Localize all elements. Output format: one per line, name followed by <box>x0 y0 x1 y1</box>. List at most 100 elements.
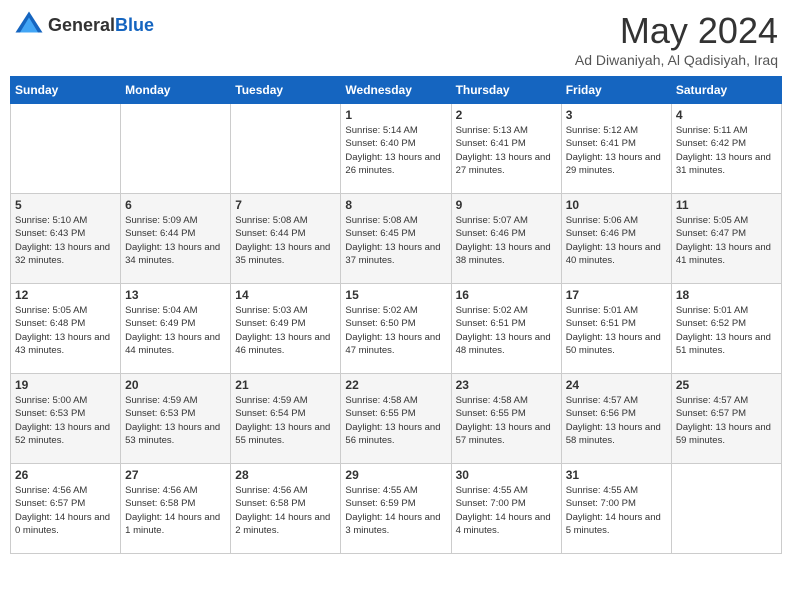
header-thursday: Thursday <box>451 77 561 104</box>
calendar-week-row: 5 Sunrise: 5:10 AM Sunset: 6:43 PM Daylig… <box>11 194 782 284</box>
day-info: Sunrise: 4:59 AM Sunset: 6:54 PM Dayligh… <box>235 394 336 447</box>
header-sunday: Sunday <box>11 77 121 104</box>
header-wednesday: Wednesday <box>341 77 451 104</box>
day-number: 13 <box>125 288 226 302</box>
day-info: Sunrise: 4:57 AM Sunset: 6:57 PM Dayligh… <box>676 394 777 447</box>
day-number: 6 <box>125 198 226 212</box>
day-info: Sunrise: 5:05 AM Sunset: 6:48 PM Dayligh… <box>15 304 116 357</box>
day-info: Sunrise: 5:04 AM Sunset: 6:49 PM Dayligh… <box>125 304 226 357</box>
day-number: 18 <box>676 288 777 302</box>
calendar-cell: 3 Sunrise: 5:12 AM Sunset: 6:41 PM Daylig… <box>561 104 671 194</box>
calendar-week-row: 26 Sunrise: 4:56 AM Sunset: 6:57 PM Dayli… <box>11 464 782 554</box>
day-info: Sunrise: 5:03 AM Sunset: 6:49 PM Dayligh… <box>235 304 336 357</box>
day-number: 1 <box>345 108 446 122</box>
day-number: 11 <box>676 198 777 212</box>
calendar-cell: 12 Sunrise: 5:05 AM Sunset: 6:48 PM Dayli… <box>11 284 121 374</box>
day-number: 17 <box>566 288 667 302</box>
calendar-cell: 5 Sunrise: 5:10 AM Sunset: 6:43 PM Daylig… <box>11 194 121 284</box>
calendar-cell: 14Sunrise: 5:03 AM Sunset: 6:49 PM Dayli… <box>231 284 341 374</box>
day-number: 9 <box>456 198 557 212</box>
calendar-cell: 17 Sunrise: 5:01 AM Sunset: 6:51 PM Dayli… <box>561 284 671 374</box>
calendar-cell <box>11 104 121 194</box>
day-number: 22 <box>345 378 446 392</box>
header-friday: Friday <box>561 77 671 104</box>
day-info: Sunrise: 5:10 AM Sunset: 6:43 PM Dayligh… <box>15 214 116 267</box>
day-info: Sunrise: 4:56 AM Sunset: 6:57 PM Dayligh… <box>15 484 116 537</box>
day-number: 24 <box>566 378 667 392</box>
logo-general: General <box>48 15 115 36</box>
day-number: 26 <box>15 468 116 482</box>
day-number: 12 <box>15 288 116 302</box>
day-info: Sunrise: 5:13 AM Sunset: 6:41 PM Dayligh… <box>456 124 557 177</box>
calendar-week-row: 1 Sunrise: 5:14 AM Sunset: 6:40 PM Daylig… <box>11 104 782 194</box>
header-monday: Monday <box>121 77 231 104</box>
day-info: Sunrise: 5:08 AM Sunset: 6:45 PM Dayligh… <box>345 214 446 267</box>
calendar-cell: 15 Sunrise: 5:02 AM Sunset: 6:50 PM Dayli… <box>341 284 451 374</box>
calendar-cell: 18 Sunrise: 5:01 AM Sunset: 6:52 PM Dayli… <box>671 284 781 374</box>
day-info: Sunrise: 5:09 AM Sunset: 6:44 PM Dayligh… <box>125 214 226 267</box>
calendar-cell: 21 Sunrise: 4:59 AM Sunset: 6:54 PM Dayli… <box>231 374 341 464</box>
header-tuesday: Tuesday <box>231 77 341 104</box>
logo-text: General Blue <box>48 15 154 36</box>
day-info: Sunrise: 4:56 AM Sunset: 6:58 PM Dayligh… <box>125 484 226 537</box>
calendar-cell: 1 Sunrise: 5:14 AM Sunset: 6:40 PM Daylig… <box>341 104 451 194</box>
day-info: Sunrise: 4:58 AM Sunset: 6:55 PM Dayligh… <box>456 394 557 447</box>
calendar-cell: 13 Sunrise: 5:04 AM Sunset: 6:49 PM Dayli… <box>121 284 231 374</box>
calendar-week-row: 12 Sunrise: 5:05 AM Sunset: 6:48 PM Dayli… <box>11 284 782 374</box>
calendar-cell: 22 Sunrise: 4:58 AM Sunset: 6:55 PM Dayli… <box>341 374 451 464</box>
calendar-cell: 16 Sunrise: 5:02 AM Sunset: 6:51 PM Dayli… <box>451 284 561 374</box>
day-info: Sunrise: 5:00 AM Sunset: 6:53 PM Dayligh… <box>15 394 116 447</box>
month-year-title: May 2024 <box>575 10 778 52</box>
day-info: Sunrise: 5:02 AM Sunset: 6:50 PM Dayligh… <box>345 304 446 357</box>
calendar-cell: 27 Sunrise: 4:56 AM Sunset: 6:58 PM Dayli… <box>121 464 231 554</box>
day-info: Sunrise: 5:12 AM Sunset: 6:41 PM Dayligh… <box>566 124 667 177</box>
title-block: May 2024 Ad Diwaniyah, Al Qadisiyah, Ira… <box>575 10 778 68</box>
day-info: Sunrise: 5:05 AM Sunset: 6:47 PM Dayligh… <box>676 214 777 267</box>
calendar-cell <box>231 104 341 194</box>
calendar-cell: 20 Sunrise: 4:59 AM Sunset: 6:53 PM Dayli… <box>121 374 231 464</box>
page-header: General Blue May 2024 Ad Diwaniyah, Al Q… <box>10 10 782 68</box>
location-subtitle: Ad Diwaniyah, Al Qadisiyah, Iraq <box>575 52 778 68</box>
day-number: 16 <box>456 288 557 302</box>
day-info: Sunrise: 4:55 AM Sunset: 7:00 PM Dayligh… <box>566 484 667 537</box>
day-info: Sunrise: 4:59 AM Sunset: 6:53 PM Dayligh… <box>125 394 226 447</box>
day-info: Sunrise: 5:02 AM Sunset: 6:51 PM Dayligh… <box>456 304 557 357</box>
calendar-header-row: SundayMondayTuesdayWednesdayThursdayFrid… <box>11 77 782 104</box>
day-number: 29 <box>345 468 446 482</box>
day-number: 20 <box>125 378 226 392</box>
calendar-cell: 31 Sunrise: 4:55 AM Sunset: 7:00 PM Dayli… <box>561 464 671 554</box>
day-number: 2 <box>456 108 557 122</box>
day-info: Sunrise: 4:55 AM Sunset: 7:00 PM Dayligh… <box>456 484 557 537</box>
calendar-week-row: 19Sunrise: 5:00 AM Sunset: 6:53 PM Dayli… <box>11 374 782 464</box>
day-number: 10 <box>566 198 667 212</box>
day-number: 15 <box>345 288 446 302</box>
calendar-cell: 10Sunrise: 5:06 AM Sunset: 6:46 PM Dayli… <box>561 194 671 284</box>
calendar-cell: 4Sunrise: 5:11 AM Sunset: 6:42 PM Daylig… <box>671 104 781 194</box>
logo-icon <box>14 10 44 40</box>
logo-blue: Blue <box>115 15 154 36</box>
day-number: 27 <box>125 468 226 482</box>
day-number: 5 <box>15 198 116 212</box>
day-info: Sunrise: 5:14 AM Sunset: 6:40 PM Dayligh… <box>345 124 446 177</box>
day-info: Sunrise: 5:01 AM Sunset: 6:51 PM Dayligh… <box>566 304 667 357</box>
calendar-cell: 26 Sunrise: 4:56 AM Sunset: 6:57 PM Dayli… <box>11 464 121 554</box>
day-info: Sunrise: 4:56 AM Sunset: 6:58 PM Dayligh… <box>235 484 336 537</box>
calendar-cell: 28Sunrise: 4:56 AM Sunset: 6:58 PM Dayli… <box>231 464 341 554</box>
day-info: Sunrise: 5:07 AM Sunset: 6:46 PM Dayligh… <box>456 214 557 267</box>
day-number: 8 <box>345 198 446 212</box>
calendar-cell: 11 Sunrise: 5:05 AM Sunset: 6:47 PM Dayli… <box>671 194 781 284</box>
calendar-cell: 30Sunrise: 4:55 AM Sunset: 7:00 PM Dayli… <box>451 464 561 554</box>
day-number: 3 <box>566 108 667 122</box>
day-number: 21 <box>235 378 336 392</box>
day-info: Sunrise: 5:11 AM Sunset: 6:42 PM Dayligh… <box>676 124 777 177</box>
logo: General Blue <box>14 10 154 40</box>
day-info: Sunrise: 4:55 AM Sunset: 6:59 PM Dayligh… <box>345 484 446 537</box>
day-info: Sunrise: 4:58 AM Sunset: 6:55 PM Dayligh… <box>345 394 446 447</box>
calendar-cell: 2 Sunrise: 5:13 AM Sunset: 6:41 PM Daylig… <box>451 104 561 194</box>
day-number: 31 <box>566 468 667 482</box>
calendar-cell <box>671 464 781 554</box>
calendar-cell: 9 Sunrise: 5:07 AM Sunset: 6:46 PM Daylig… <box>451 194 561 284</box>
day-info: Sunrise: 5:01 AM Sunset: 6:52 PM Dayligh… <box>676 304 777 357</box>
calendar-cell: 24Sunrise: 4:57 AM Sunset: 6:56 PM Dayli… <box>561 374 671 464</box>
calendar-cell: 23Sunrise: 4:58 AM Sunset: 6:55 PM Dayli… <box>451 374 561 464</box>
